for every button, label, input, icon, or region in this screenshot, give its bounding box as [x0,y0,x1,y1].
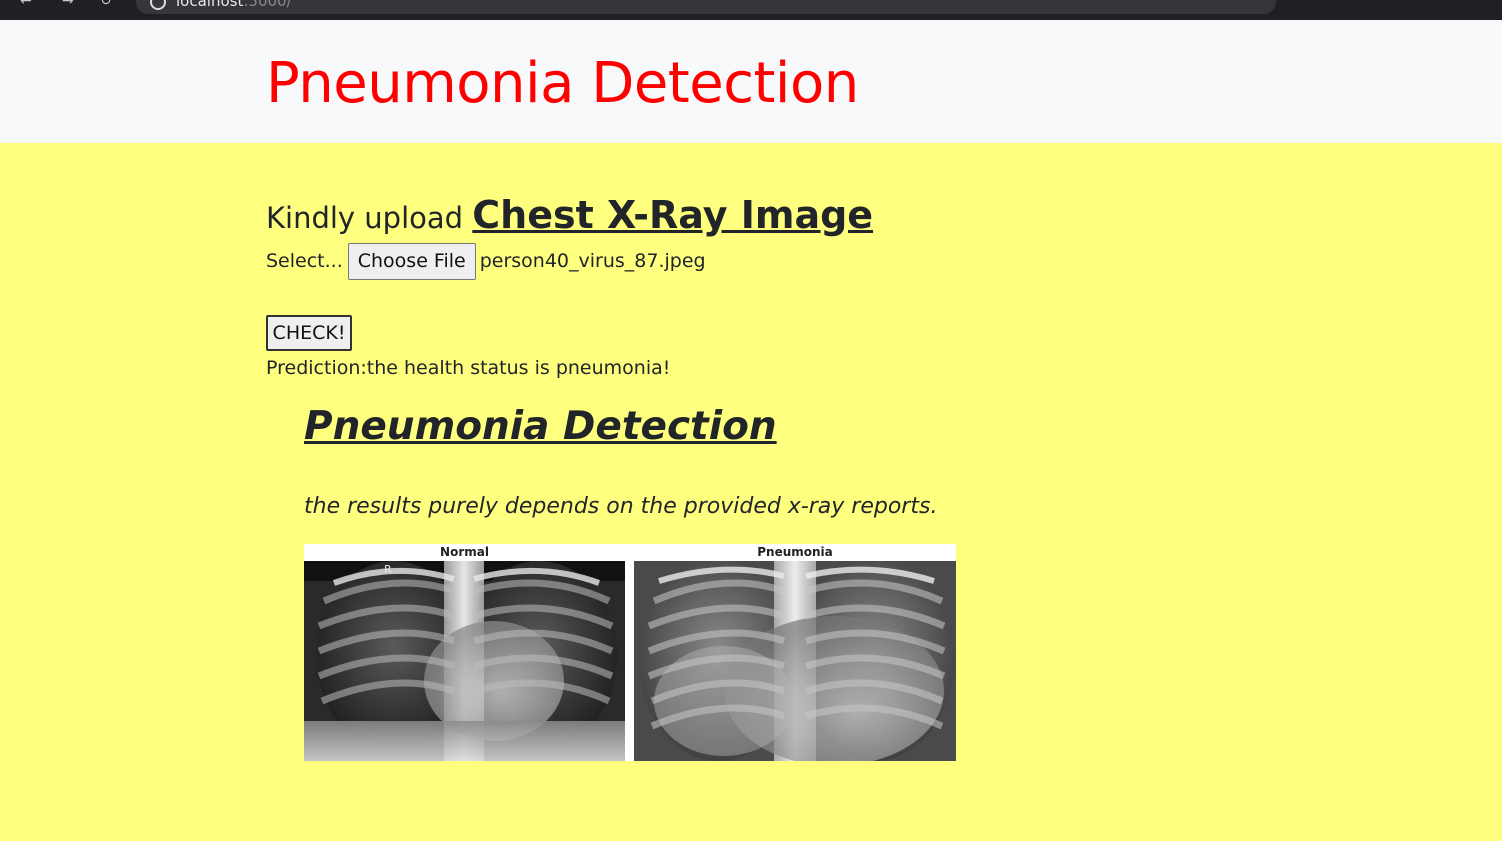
address-text[interactable]: localhost:5000/ [176,0,292,10]
prediction-result: Prediction:the health status is pneumoni… [266,357,671,379]
normal-xray-image: R [304,561,625,761]
info-title: Pneumonia Detection [304,404,777,449]
select-label: Select... [266,250,343,272]
browser-toolbar: ← → ↻ localhost:5000/ [0,0,1502,20]
file-input-row: Select... Choose File person40_virus_87.… [266,242,706,280]
navbar: Pneumonia Detection [0,20,1502,143]
normal-xray-panel: Normal R [304,544,625,761]
check-button[interactable]: CHECK! [266,315,352,351]
forward-icon[interactable]: → [62,0,74,9]
normal-label: Normal [440,545,489,559]
upload-heading-emphasis: Chest X-Ray Image [472,193,874,237]
pneumonia-label: Pneumonia [757,545,833,559]
pneumonia-xray-panel: Pneumonia [634,544,956,761]
navbar-brand[interactable]: Pneumonia Detection [266,51,859,116]
upload-heading: Kindly upload Chest X-Ray Image [266,193,873,237]
xray-comparison-image: Normal R Pneumonia [304,544,956,761]
pneumonia-xray-image [634,561,956,761]
address-bar[interactable] [136,0,1276,14]
info-text: the results purely depends on the provid… [304,494,938,519]
choose-file-button[interactable]: Choose File [347,242,476,280]
back-icon[interactable]: ← [20,0,32,9]
upload-heading-prefix: Kindly upload [266,201,473,235]
reload-icon[interactable]: ↻ [100,0,112,9]
xray-marker: R [384,563,392,576]
selected-file-name: person40_virus_87.jpeg [479,250,706,272]
